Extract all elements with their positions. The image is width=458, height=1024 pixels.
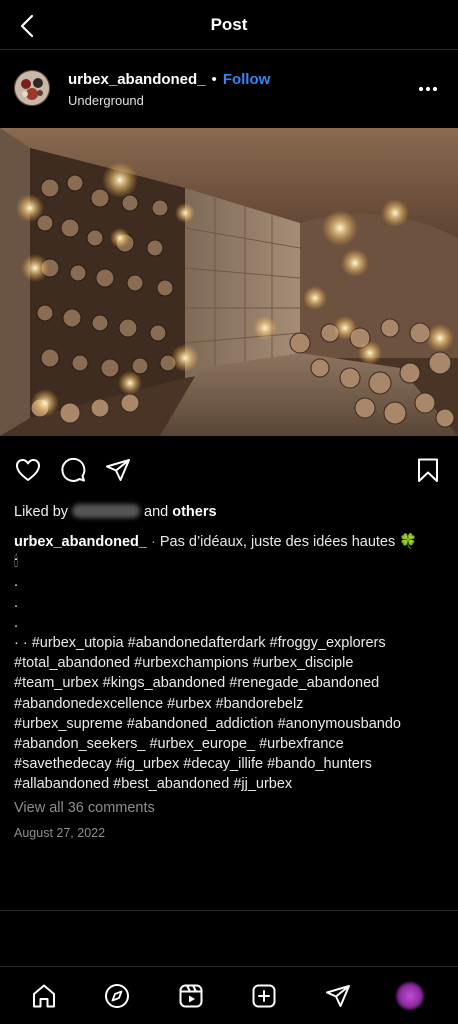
hashtag-line[interactable]: #urbex_supreme #abandoned_addiction #ano… xyxy=(14,714,444,734)
hashtag-line[interactable]: #team_urbex #kings_abandoned #renegade_a… xyxy=(14,673,444,693)
bottom-tab-bar xyxy=(0,966,458,1024)
likes-prefix: Liked by xyxy=(14,504,69,520)
caption-first-line: urbex_abandoned_ · Pas d’idéaux, juste d… xyxy=(14,532,444,552)
profile-avatar[interactable] xyxy=(396,982,424,1010)
caption-username[interactable]: urbex_abandoned_ xyxy=(14,534,147,550)
page-title: Post xyxy=(210,15,248,34)
send-icon[interactable] xyxy=(104,456,132,484)
caption-dot: . xyxy=(14,574,19,591)
blurred-username xyxy=(72,504,141,518)
likes-others[interactable]: others xyxy=(172,504,216,520)
hashtag-line[interactable]: #savethedecay #ig_urbex #decay_illife #b… xyxy=(14,754,444,774)
caption-candle: 🕯 xyxy=(14,554,19,571)
likes-connector: and xyxy=(144,504,169,520)
hashtag-line: · · #urbex_utopia #abandonedafterdark #f… xyxy=(14,633,444,653)
post-image[interactable] xyxy=(0,128,458,436)
home-icon[interactable] xyxy=(30,982,58,1010)
comment-icon[interactable] xyxy=(59,456,87,484)
heart-icon[interactable] xyxy=(14,456,42,484)
username[interactable]: urbex_abandoned_ xyxy=(68,71,206,88)
separator-dot: • xyxy=(211,71,217,88)
username-row: urbex_abandoned_ • Follow xyxy=(68,71,270,88)
top-bar: Post xyxy=(0,0,458,50)
action-bar xyxy=(0,450,458,490)
hashtags[interactable]: #urbex_utopia #abandonedafterdark #frogg… xyxy=(32,635,386,651)
direct-icon[interactable] xyxy=(324,982,352,1010)
caption-text: Pas d’idéaux, juste des idées hautes 🍀 xyxy=(159,534,418,550)
caption: urbex_abandoned_ · Pas d’idéaux, juste d… xyxy=(14,532,444,795)
reels-icon[interactable] xyxy=(177,982,205,1010)
view-comments-link[interactable]: View all 36 comments xyxy=(14,800,155,816)
catacomb-photo xyxy=(0,128,458,436)
divider xyxy=(0,910,458,911)
explore-icon[interactable] xyxy=(103,982,131,1010)
post-header: urbex_abandoned_ • Follow Underground xyxy=(0,50,458,128)
caption-lead: · · xyxy=(14,635,28,652)
hashtag-line[interactable]: #total_abandoned #urbexchampions #urbex_… xyxy=(14,653,444,673)
hashtag-line[interactable]: #abandon_seekers_ #urbex_europe_ #urbexf… xyxy=(14,734,444,754)
more-options-icon[interactable] xyxy=(418,86,438,92)
avatar[interactable] xyxy=(14,70,50,106)
hashtag-line[interactable]: #allabandoned #best_abandoned #jj_urbex xyxy=(14,774,444,794)
caption-dot: . xyxy=(14,614,19,631)
hashtag-line[interactable]: #abandonedexcellence #urbex #bandorebelz xyxy=(14,694,444,714)
caption-separator: · xyxy=(150,534,156,550)
bookmark-icon[interactable] xyxy=(414,456,442,484)
post-location[interactable]: Underground xyxy=(68,93,144,108)
caption-dot: . xyxy=(14,594,19,611)
post-date: August 27, 2022 xyxy=(14,826,106,840)
likes-summary[interactable]: Liked by and others xyxy=(14,504,217,520)
create-icon[interactable] xyxy=(250,982,278,1010)
follow-button[interactable]: Follow xyxy=(223,71,271,88)
